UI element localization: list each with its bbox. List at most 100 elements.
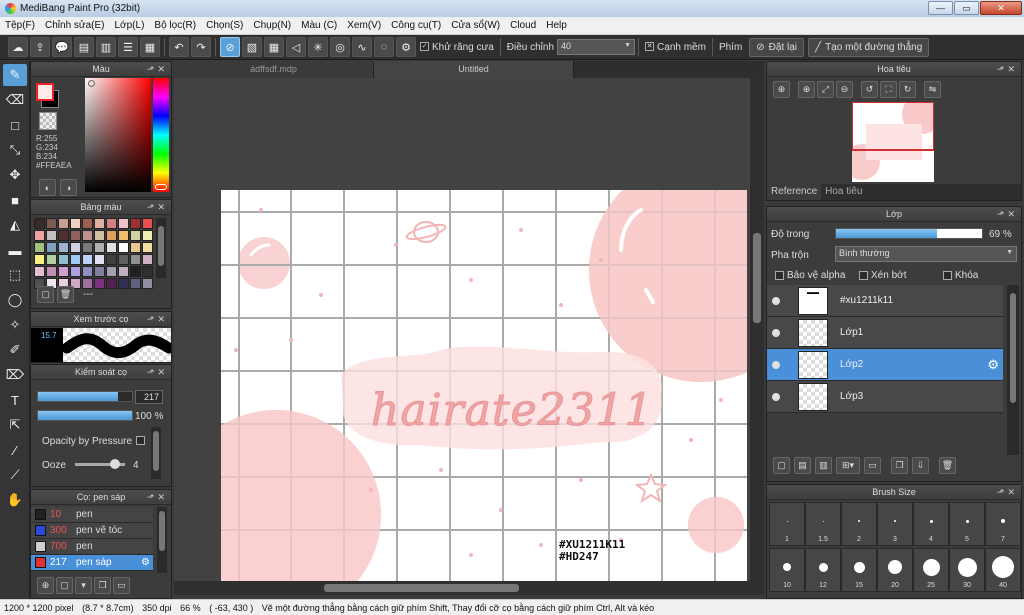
palette-swatch[interactable] [94, 218, 105, 229]
copy-brush-icon[interactable]: ❐ [94, 577, 111, 594]
palette-swatch[interactable] [106, 242, 117, 253]
palette-swatch[interactable] [106, 278, 117, 289]
hue-slider[interactable] [153, 78, 169, 192]
palette-swatch[interactable] [58, 266, 69, 277]
eraser-tool-icon[interactable]: ⌫ [3, 89, 27, 111]
move-tool-icon[interactable]: ✥ [3, 164, 27, 186]
eye-icon[interactable] [772, 360, 780, 369]
brush-menu-icon[interactable]: ▾ [75, 577, 92, 594]
palette-swatch[interactable] [118, 242, 129, 253]
restore-button[interactable]: ▭ [954, 1, 979, 15]
lock-checkbox[interactable] [943, 270, 952, 280]
ellipse-snap-icon[interactable]: ◌ [374, 37, 394, 57]
layer-row-selected[interactable]: Lớp2 ⚙ [767, 349, 1003, 381]
palette-swatch[interactable] [130, 278, 141, 289]
brush-size-preset[interactable]: 2 [841, 502, 877, 546]
hue-slider-handle[interactable] [155, 184, 167, 190]
protect-alpha-checkbox[interactable] [775, 270, 784, 280]
palette-swatch[interactable] [46, 242, 57, 253]
menu-edit[interactable]: Chỉnh sửa(E) [40, 20, 110, 31]
gear-icon[interactable]: ⚙ [987, 357, 999, 373]
palette-swatch[interactable] [70, 242, 81, 253]
zoom-in-icon[interactable]: ⊕ [773, 81, 790, 98]
new-layer-icon[interactable]: ▢ [773, 457, 790, 474]
protect-alpha-toggle[interactable]: Bảo vệ alpha [775, 270, 845, 281]
gear-icon[interactable]: ⚙ [141, 557, 150, 568]
rotate-right-icon[interactable]: ↻ [899, 81, 916, 98]
zoom-out-icon[interactable]: ⊖ [836, 81, 853, 98]
brush-size-preset[interactable]: 4 [913, 502, 949, 546]
panel-controls-icon[interactable]: ⬏✕ [997, 62, 1018, 76]
select-eraser-tool-icon[interactable]: ⌦ [3, 364, 27, 386]
palette-swatch[interactable] [106, 266, 117, 277]
reset-button[interactable]: ⊘ Đặt lại [749, 37, 805, 57]
layer-row[interactable]: ▬▬ #xu1211k11 [767, 285, 1003, 317]
menu-window[interactable]: Cửa sổ(W) [446, 20, 505, 31]
blend-mode-select[interactable]: Bình thường [835, 246, 1017, 262]
lock-toggle[interactable]: Khóa [943, 270, 978, 281]
divide-tool-icon[interactable]: ⁄ [3, 439, 27, 461]
select-pen-tool-icon[interactable]: ✐ [3, 339, 27, 361]
palette-swatch[interactable] [82, 218, 93, 229]
duplicate-layer-icon[interactable]: ❐ [891, 457, 908, 474]
tab-document-1[interactable]: ádffsdf.mdp [174, 61, 374, 78]
smooth-edge-toggle[interactable]: ✕ Cạnh mềm [642, 42, 709, 53]
palette-swatch[interactable] [94, 242, 105, 253]
brush-size-value[interactable]: 217 [135, 390, 163, 404]
brush-size-slider[interactable] [37, 391, 133, 402]
undo-icon[interactable]: ↶ [169, 37, 189, 57]
brush-tool-icon[interactable]: ✎ [3, 64, 27, 86]
brush-list-item[interactable]: 700 pen [31, 539, 153, 555]
palette-scrollbar[interactable] [156, 218, 166, 278]
brush-control-scrollbar[interactable] [151, 427, 161, 479]
straight-line-button[interactable]: ╱ Tạo một đường thẳng [808, 37, 930, 57]
palette-swatch[interactable] [142, 230, 153, 241]
palette-swatch[interactable] [34, 266, 45, 277]
palette-swatch[interactable] [118, 218, 129, 229]
palette-swatch[interactable] [82, 266, 93, 277]
palette-swatch[interactable] [142, 266, 153, 277]
grid-snap-icon[interactable]: ▦ [264, 37, 284, 57]
brush-size-preset[interactable]: 3 [877, 502, 913, 546]
brush-list-item[interactable]: 300 pen vẽ tóc [31, 523, 153, 539]
palette-swatch[interactable] [142, 218, 153, 229]
palette-swatch[interactable] [106, 218, 117, 229]
brush-list-item-selected[interactable]: 217 pen sáp ⚙ [31, 555, 153, 571]
palette-mode-icon[interactable]: ◐ [39, 179, 56, 196]
brush-size-preset[interactable]: 15 [841, 548, 877, 592]
perspective-snap-icon[interactable]: ◁ [286, 37, 306, 57]
menu-snap[interactable]: Chụp(N) [248, 20, 296, 31]
curve-snap-icon[interactable]: ∿ [352, 37, 372, 57]
palette-swatch[interactable] [46, 266, 57, 277]
comment-icon[interactable]: 💬 [52, 37, 72, 57]
canvas-horizontal-scrollbar[interactable] [174, 581, 764, 595]
dot-tool-icon[interactable]: ⤡ [3, 139, 27, 161]
transparent-color-swatch[interactable] [39, 112, 57, 130]
panel-icon[interactable]: ▤ [74, 37, 94, 57]
palette-swatch[interactable] [46, 230, 57, 241]
palette-swatch[interactable] [58, 218, 69, 229]
palette-swatch[interactable] [34, 218, 45, 229]
operation-tool-icon[interactable]: ⇱ [3, 414, 27, 436]
palette-swatch[interactable] [94, 254, 105, 265]
palette-swatch[interactable] [82, 242, 93, 253]
brush-size-preset[interactable]: 25 [913, 548, 949, 592]
palette-swatch[interactable] [46, 254, 57, 265]
add-layer-menu-icon[interactable]: ⊞▾ [836, 457, 860, 474]
palette-swatch[interactable] [58, 230, 69, 241]
new-halftone-layer-icon[interactable]: ▤ [794, 457, 811, 474]
palette-swatch[interactable] [94, 230, 105, 241]
rotate-left-icon[interactable]: ↺ [861, 81, 878, 98]
palette-swatch[interactable] [94, 266, 105, 277]
panel-controls-icon[interactable]: ⬏✕ [147, 62, 168, 76]
palette-swatch[interactable] [70, 230, 81, 241]
canvas-area[interactable]: hairate2311 #XU1211K11 #HD247 [174, 78, 764, 581]
panel-controls-icon[interactable]: ⬏✕ [147, 490, 168, 504]
brush-size-preset[interactable]: 1.5 [805, 502, 841, 546]
menu-tools[interactable]: Công cụ(T) [386, 20, 446, 31]
palette-swatch[interactable] [118, 266, 129, 277]
delete-layer-icon[interactable]: 🗑 [939, 457, 956, 474]
brush-opacity-slider[interactable] [37, 410, 133, 421]
adjust-select[interactable]: 40 [557, 39, 636, 55]
palette-swatch[interactable] [130, 218, 141, 229]
